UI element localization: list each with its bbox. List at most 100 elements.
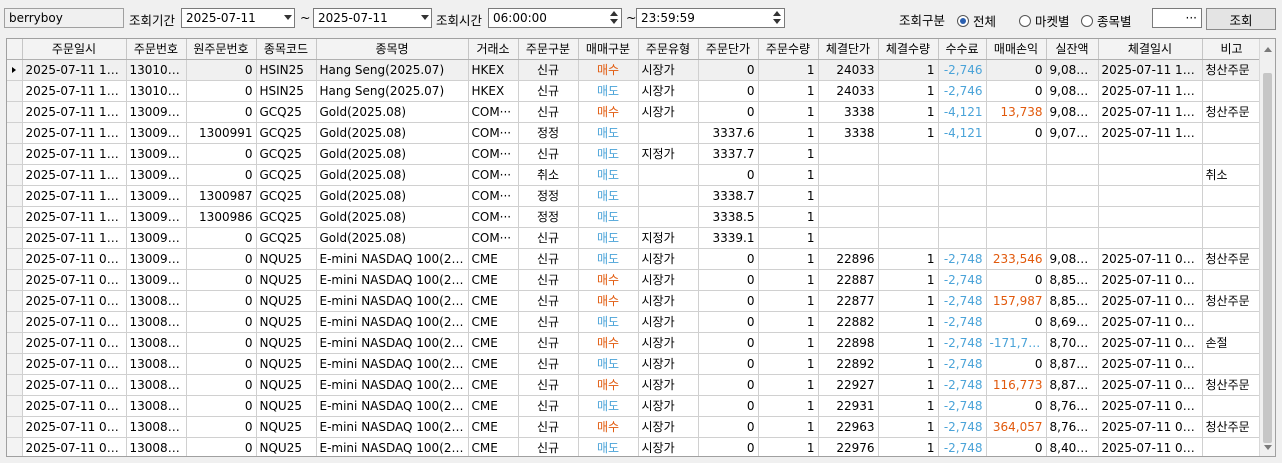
- radio-all[interactable]: 전체: [957, 11, 996, 30]
- row-selector[interactable]: [7, 248, 23, 270]
- table-cell: 1: [878, 395, 939, 417]
- row-selector[interactable]: [7, 332, 23, 354]
- date-from-value: 2025-07-11: [186, 11, 256, 25]
- table-cell: 2025-07-11 10:···: [22, 185, 127, 207]
- row-selector[interactable]: [7, 395, 23, 417]
- chevron-down-icon[interactable]: [284, 15, 292, 20]
- column-header[interactable]: 종목코드: [256, 39, 317, 60]
- table-row[interactable]: 2025-07-11 09:··· 1300852 0 NQU25 E-mini NAS…: [7, 374, 1262, 396]
- table-row[interactable]: 2025-07-11 10:··· 1300986 0 GCQ25 Gold(2025.…: [7, 227, 1262, 249]
- table-row[interactable]: 2025-07-11 09:··· 1300840 0 NQU25 E-mini NAS…: [7, 416, 1262, 438]
- table-cell: 2025-07-11 09:···: [1098, 437, 1203, 456]
- table-row[interactable]: 2025-07-11 10:··· 1300988 0 GCQ25 Gold(2025.…: [7, 164, 1262, 186]
- table-cell: [986, 206, 1047, 228]
- table-row[interactable]: 2025-07-11 09:··· 1300864 0 NQU25 E-mini NAS…: [7, 353, 1262, 375]
- column-header[interactable]: 매매구분: [578, 39, 639, 60]
- row-selector[interactable]: [7, 122, 23, 144]
- table-row[interactable]: 2025-07-11 09:··· 1300865 0 NQU25 E-mini NAS…: [7, 332, 1262, 354]
- table-row[interactable]: 2025-07-11 10:··· 1301057 0 HSIN25 Hang Seng…: [7, 80, 1262, 102]
- table-row[interactable]: 2025-07-11 10:··· 1301066 0 HSIN25 Hang Seng…: [7, 59, 1262, 81]
- column-header[interactable]: 주문번호: [126, 39, 187, 60]
- column-header[interactable]: 원주문번호: [186, 39, 257, 60]
- scroll-up-icon[interactable]: [1264, 47, 1272, 52]
- chevron-down-icon[interactable]: [421, 15, 429, 20]
- filter-value-button[interactable]: ···: [1186, 11, 1197, 25]
- column-header[interactable]: 체결수량: [878, 39, 939, 60]
- account-field[interactable]: berryboy: [4, 8, 124, 28]
- table-cell: 364,057: [986, 416, 1047, 438]
- table-cell: 0: [698, 395, 759, 417]
- table-cell: CME: [468, 395, 519, 417]
- date-from-picker[interactable]: 2025-07-11: [181, 8, 295, 28]
- table-cell: 2025-07-11 09:···: [1098, 332, 1203, 354]
- scroll-thumb[interactable]: [1263, 73, 1272, 443]
- table-cell: 1300991: [186, 122, 257, 144]
- table-row[interactable]: 2025-07-11 09:··· 1300873 0 NQU25 E-mini NAS…: [7, 290, 1262, 312]
- column-header[interactable]: 체결단가: [818, 39, 879, 60]
- orders-grid[interactable]: 주문일시 주문번호 원주문번호 종목코드 종목명 거래소 주문구분 매매구분 주문유형 주문단가 주…: [6, 38, 1276, 457]
- row-selector[interactable]: [7, 227, 23, 249]
- table-row[interactable]: 2025-07-11 10:··· 1300993 1300991 GCQ25 Gold…: [7, 122, 1262, 144]
- table-row[interactable]: 2025-07-11 09:··· 1300907 0 NQU25 E-mini NAS…: [7, 269, 1262, 291]
- spin-arrows-icon[interactable]: [772, 10, 782, 26]
- filter-value-field[interactable]: ···: [1152, 8, 1202, 28]
- table-row[interactable]: 2025-07-11 10:··· 1300991 0 GCQ25 Gold(2025.…: [7, 143, 1262, 165]
- column-header[interactable]: 주문단가: [698, 39, 759, 60]
- table-row[interactable]: 2025-07-11 09:··· 1300838 0 NQU25 E-mini NAS…: [7, 437, 1262, 456]
- column-header[interactable]: 매매손익: [986, 39, 1047, 60]
- date-to-picker[interactable]: 2025-07-11: [313, 8, 432, 28]
- row-selector[interactable]: [7, 206, 23, 228]
- table-cell: 정정: [518, 206, 579, 228]
- table-cell: NQU25: [256, 311, 317, 333]
- row-selector[interactable]: [7, 59, 23, 81]
- radio-market[interactable]: 마켓별: [1019, 11, 1070, 30]
- column-header[interactable]: 비고: [1202, 39, 1262, 60]
- time-from-field[interactable]: 06:00:00: [488, 8, 622, 28]
- table-cell: 3338.7: [698, 185, 759, 207]
- table-cell: 8,405,···: [1046, 437, 1099, 456]
- column-header[interactable]: 종목명: [316, 39, 469, 60]
- time-to-field[interactable]: 23:59:59: [636, 8, 785, 28]
- column-header[interactable]: 실잔액: [1046, 39, 1099, 60]
- row-selector[interactable]: [7, 353, 23, 375]
- vertical-scrollbar[interactable]: [1259, 39, 1275, 456]
- spin-arrows-icon[interactable]: [609, 10, 619, 26]
- table-cell: 2025-07-11 10:···: [22, 143, 127, 165]
- row-selector[interactable]: [7, 311, 23, 333]
- table-cell: 0: [698, 59, 759, 81]
- table-cell: 1: [758, 143, 819, 165]
- row-selector[interactable]: [7, 416, 23, 438]
- table-cell: 13,738: [986, 101, 1047, 123]
- row-selector[interactable]: [7, 101, 23, 123]
- scroll-down-icon[interactable]: [1264, 445, 1272, 450]
- table-row[interactable]: 2025-07-11 10:··· 1300995 0 GCQ25 Gold(2025.…: [7, 101, 1262, 123]
- row-selector[interactable]: [7, 374, 23, 396]
- table-cell: 1: [758, 374, 819, 396]
- table-row[interactable]: 2025-07-11 09:··· 1300870 0 NQU25 E-mini NAS…: [7, 311, 1262, 333]
- row-selector[interactable]: [7, 164, 23, 186]
- table-cell: [1098, 185, 1203, 207]
- table-row[interactable]: 2025-07-11 10:··· 1300987 1300986 GCQ25 Gold…: [7, 206, 1262, 228]
- table-row[interactable]: 2025-07-11 10:··· 1300988 1300987 GCQ25 Gold…: [7, 185, 1262, 207]
- row-selector[interactable]: [7, 80, 23, 102]
- table-cell: 116,773: [986, 374, 1047, 396]
- column-header[interactable]: 주문구분: [518, 39, 579, 60]
- column-header[interactable]: 주문수량: [758, 39, 819, 60]
- row-selector[interactable]: [7, 143, 23, 165]
- query-button[interactable]: 조회: [1206, 8, 1276, 30]
- table-row[interactable]: 2025-07-11 09:··· 1300851 0 NQU25 E-mini NAS…: [7, 395, 1262, 417]
- row-selector[interactable]: [7, 185, 23, 207]
- table-cell: 3338.5: [698, 206, 759, 228]
- table-cell: 0: [186, 290, 257, 312]
- table-row[interactable]: 2025-07-11 09:··· 1300910 0 NQU25 E-mini NAS…: [7, 248, 1262, 270]
- row-selector[interactable]: [7, 437, 23, 456]
- column-header[interactable]: 거래소: [468, 39, 519, 60]
- column-header[interactable]: 주문일시: [22, 39, 127, 60]
- column-header[interactable]: 수수료: [938, 39, 987, 60]
- row-selector[interactable]: [7, 290, 23, 312]
- radio-symbol[interactable]: 종목별: [1081, 11, 1132, 30]
- row-selector[interactable]: [7, 269, 23, 291]
- column-header[interactable]: 주문유형: [638, 39, 699, 60]
- column-header[interactable]: 체결일시: [1098, 39, 1203, 60]
- table-cell: -2,748: [938, 395, 987, 417]
